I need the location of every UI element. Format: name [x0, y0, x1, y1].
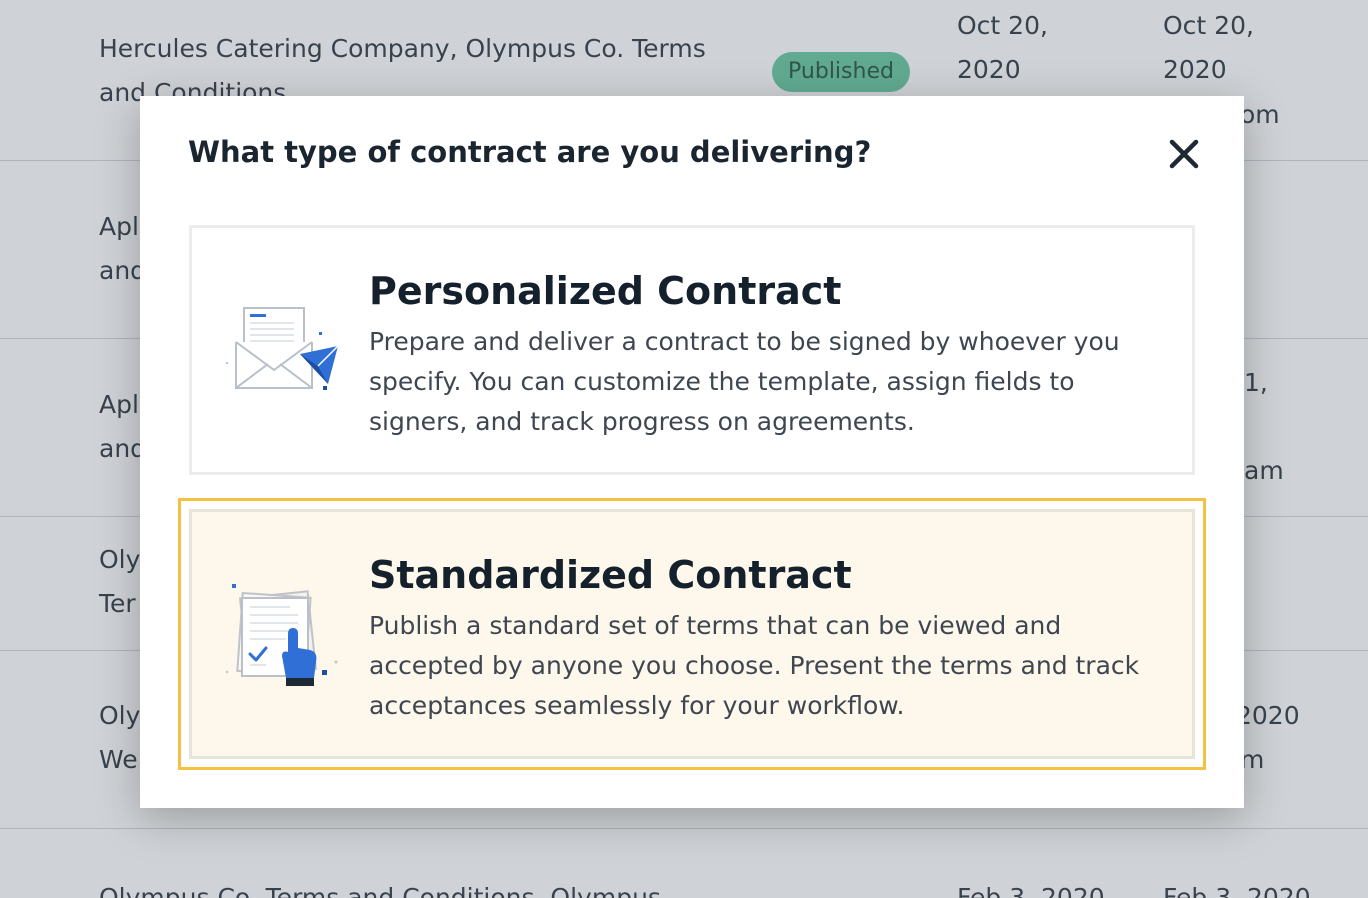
contract-type-modal: What type of contract are you delivering…	[140, 96, 1244, 808]
option-description: Publish a standard set of terms that can…	[369, 611, 1140, 720]
standardized-contract-option[interactable]: Standardized Contract Publish a standard…	[178, 498, 1206, 770]
option-description: Prepare and deliver a contract to be sig…	[369, 327, 1120, 436]
option-title: Personalized Contract	[369, 269, 842, 313]
document-stack-pointer-icon	[224, 584, 340, 686]
envelope-paper-plane-icon	[224, 300, 340, 400]
close-icon	[1169, 139, 1199, 169]
modal-title: What type of contract are you delivering…	[188, 135, 872, 169]
option-title: Standardized Contract	[369, 553, 852, 597]
close-button[interactable]	[1164, 134, 1204, 174]
personalized-contract-option[interactable]: Personalized Contract Prepare and delive…	[189, 225, 1195, 475]
